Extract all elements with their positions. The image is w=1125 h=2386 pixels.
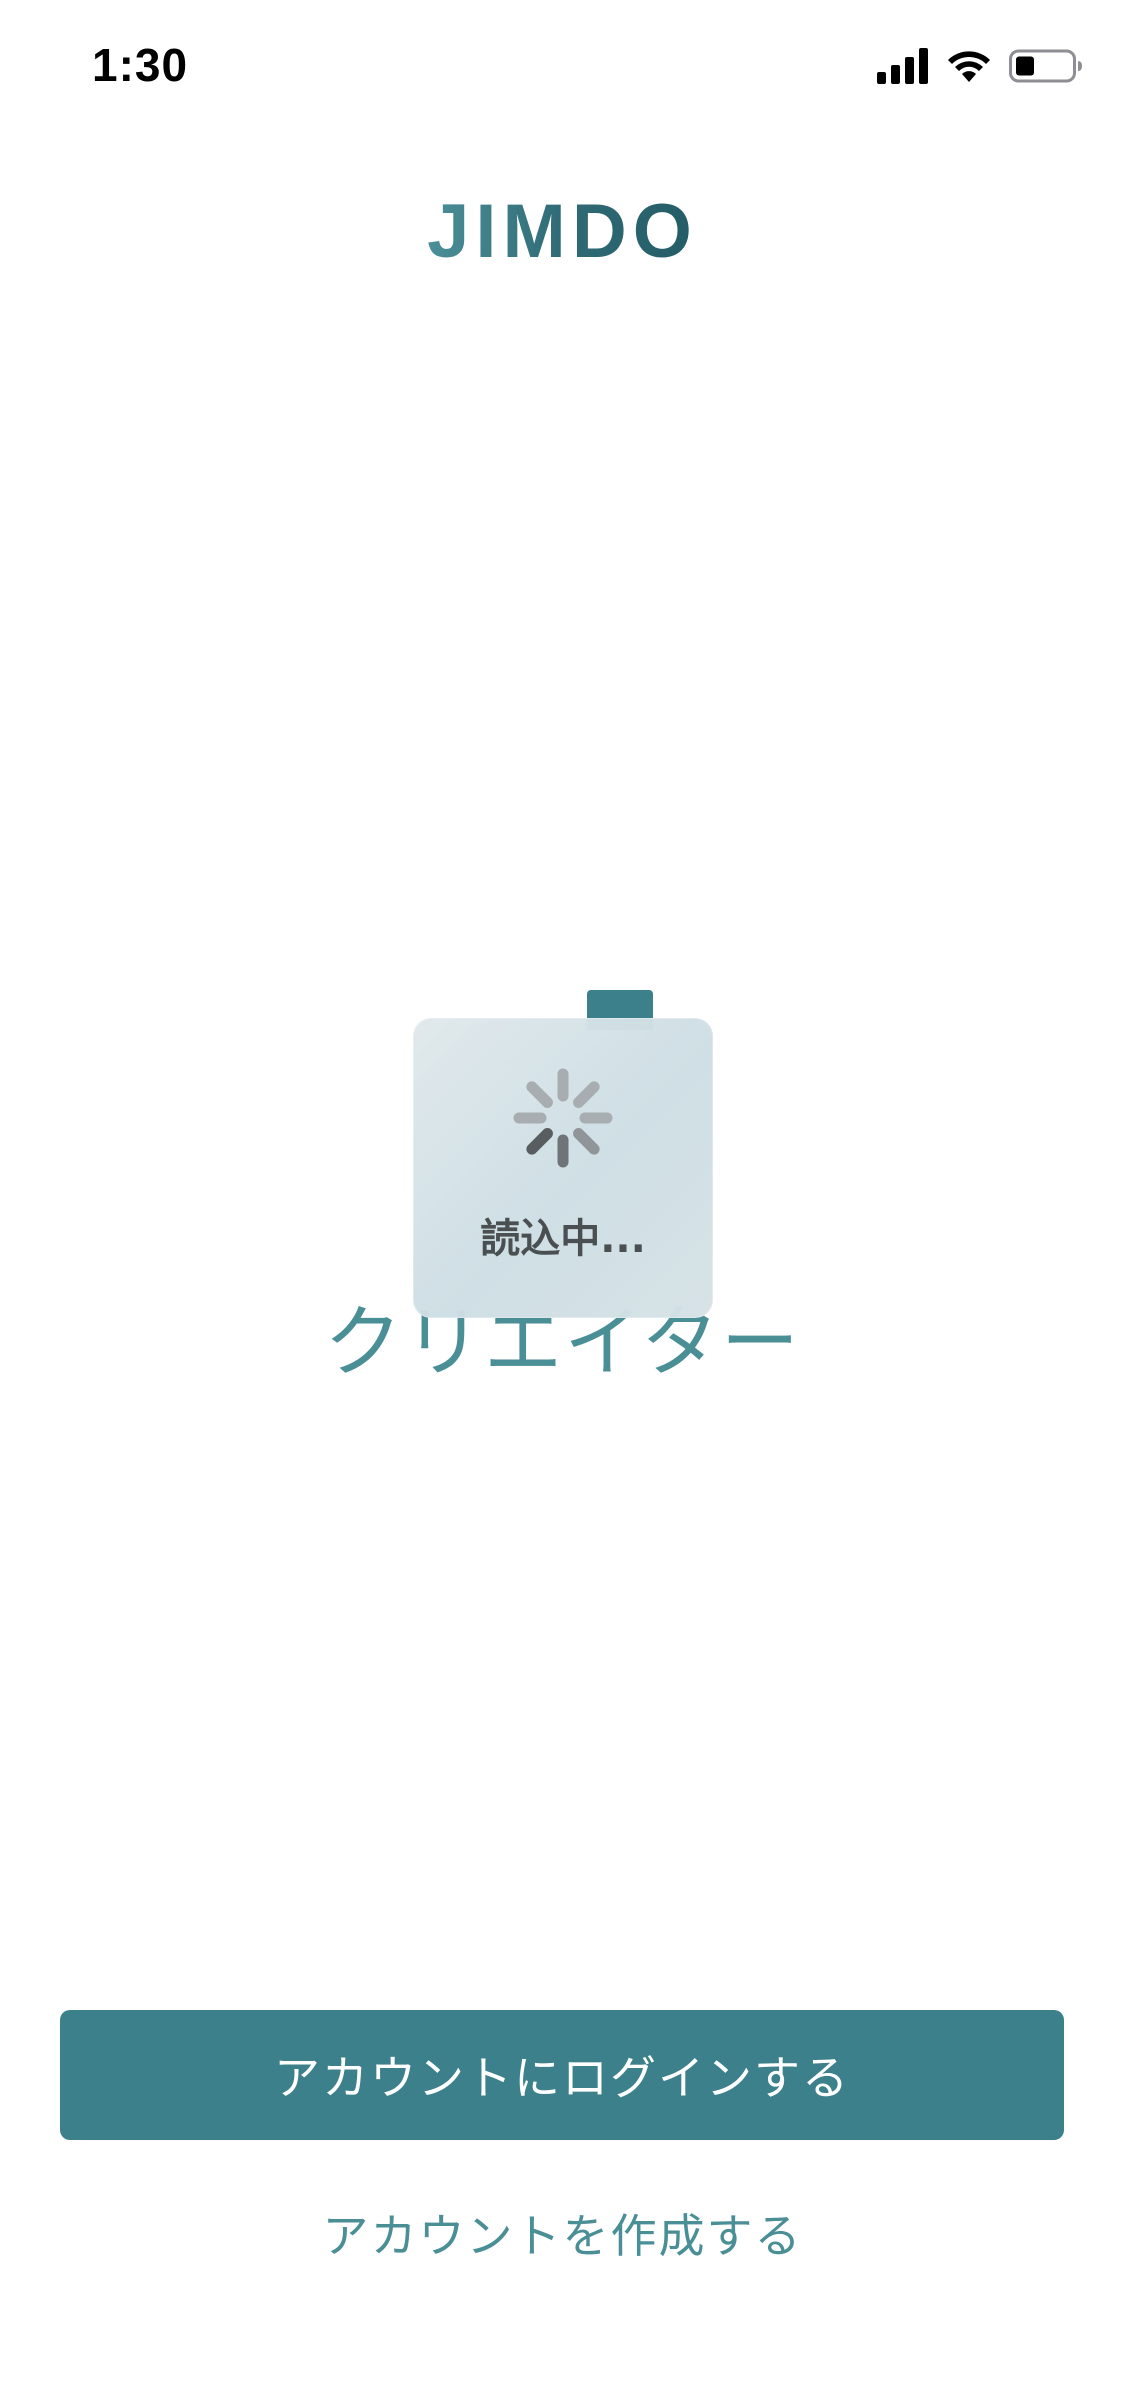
loading-overlay: 読込中... <box>413 1018 713 1318</box>
logo-text: JIMDO <box>427 189 698 274</box>
status-bar: 1:30 <box>0 0 1125 130</box>
spinner-icon <box>513 1068 613 1168</box>
cellular-signal-icon <box>877 48 928 84</box>
status-icons <box>877 48 1083 84</box>
wifi-icon <box>948 51 990 82</box>
login-button[interactable]: アカウントにログインする <box>60 2010 1064 2140</box>
create-account-link[interactable]: アカウントを作成する <box>0 2200 1125 2266</box>
loading-text: 読込中... <box>480 1216 646 1262</box>
battery-icon <box>1009 49 1082 83</box>
status-time: 1:30 <box>92 39 189 91</box>
jimdo-logo: JIMDO <box>0 188 1125 275</box>
